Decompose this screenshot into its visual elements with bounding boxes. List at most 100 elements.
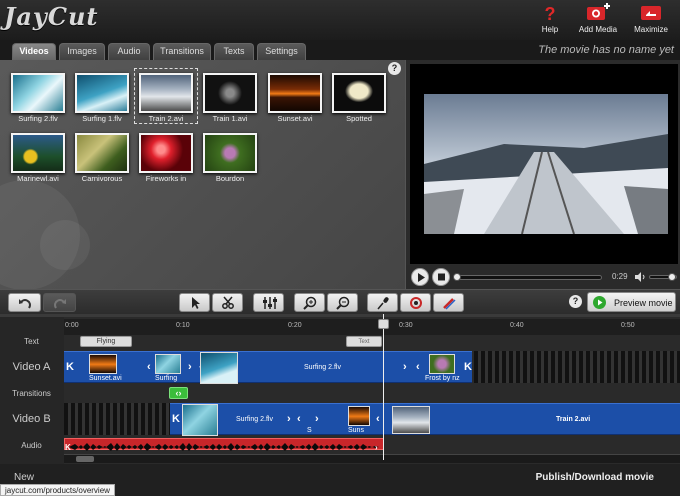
playhead-handle[interactable] <box>378 319 389 329</box>
text-clip-label: Flying <box>96 338 116 345</box>
timeline-scrollbar[interactable] <box>64 454 680 463</box>
svg-text:K: K <box>65 443 71 452</box>
media-item[interactable]: Surfing 2.flv <box>9 71 67 123</box>
volume-knob[interactable] <box>668 273 676 281</box>
ruler-tick: 0:50 <box>621 322 635 329</box>
cut-tool-button[interactable] <box>212 293 243 312</box>
publish-download-button[interactable]: Publish/Download movie <box>536 472 654 483</box>
media-item-name: Sunset.avi <box>277 114 313 123</box>
media-thumbnail <box>139 133 193 173</box>
redo-button[interactable] <box>43 293 76 312</box>
timeline-clip[interactable]: ‹ Surfing › <box>146 351 198 383</box>
time-ruler[interactable]: 0:00 0:10 0:20 0:30 0:40 0:50 <box>64 319 680 335</box>
timeline-clip[interactable]: ‹ Train 2.avi <box>374 403 680 435</box>
play-button[interactable] <box>411 268 429 286</box>
media-item[interactable]: Fireworks in <box>137 131 195 183</box>
timeline-clip[interactable]: K Sunset.avi <box>64 351 146 383</box>
clip-thumbnail <box>182 404 218 436</box>
clip-thumbnail <box>200 352 238 384</box>
toolbar-help-button[interactable]: ? <box>569 295 582 308</box>
tab-videos[interactable]: Videos <box>12 43 56 60</box>
empty-track-area[interactable] <box>474 351 680 383</box>
timeline-clip[interactable]: K Surfing 2.flv › <box>170 403 296 436</box>
clip-start-handle-icon[interactable]: K <box>66 361 74 373</box>
help-label: Help <box>541 25 559 34</box>
media-item[interactable]: Train 1.avi <box>201 71 259 123</box>
media-item[interactable]: Bourdon <box>201 131 259 183</box>
new-movie-button[interactable]: New <box>14 472 34 483</box>
clip-handle-icon[interactable]: › <box>315 413 319 425</box>
timeline-clip[interactable]: ‹ S › <box>296 403 324 435</box>
tab-texts[interactable]: Texts <box>214 43 254 60</box>
preview-video-frame[interactable] <box>424 94 668 234</box>
media-library: ? Surfing 2.flv Surfing 1.flv Train 2.av… <box>0 60 405 289</box>
timeline-clip[interactable]: Suns <box>344 403 374 435</box>
clip-handle-icon[interactable]: ‹ <box>376 413 380 425</box>
seek-bar[interactable] <box>456 275 602 280</box>
tab-images[interactable]: Images <box>59 43 105 60</box>
clip-handle-icon[interactable]: › <box>188 361 192 373</box>
tab-settings[interactable]: Settings <box>257 43 306 60</box>
media-item-name: Surfing 2.flv <box>18 114 58 123</box>
text-clip[interactable]: Text <box>346 336 382 347</box>
decorative-circle <box>40 220 90 270</box>
add-media-button[interactable]: Add Media <box>572 3 624 34</box>
transitions-track[interactable]: ‹› <box>64 386 680 400</box>
volume-icon[interactable] <box>634 270 646 288</box>
library-help-button[interactable]: ? <box>388 62 401 75</box>
timeline-clip[interactable]: ‹ Frost by nz K <box>414 351 472 383</box>
media-item-name: Fireworks in <box>145 174 187 183</box>
media-item[interactable]: Spotted <box>330 71 388 123</box>
media-item[interactable]: Sunset.avi <box>266 71 324 123</box>
timeline-clip[interactable]: ‹ Surfing 2.flv › <box>198 351 414 384</box>
pointer-icon <box>192 297 200 309</box>
select-tool-button[interactable] <box>179 293 210 312</box>
clip-thumbnail <box>429 354 455 374</box>
audio-track[interactable]: K › <box>64 438 680 452</box>
timeline-clip[interactable] <box>324 403 344 435</box>
status-url: jaycut.com/products/overview <box>0 484 115 496</box>
clip-handle-icon[interactable]: ‹ <box>416 361 420 373</box>
preview-movie-button[interactable]: Preview movie <box>587 292 676 312</box>
tab-transitions[interactable]: Transitions <box>153 43 211 60</box>
media-item-selected[interactable]: Train 2.avi <box>134 68 198 124</box>
record-voice-button[interactable] <box>367 293 398 312</box>
clip-end-handle-icon[interactable]: K <box>464 361 472 373</box>
clip-handle-icon[interactable]: ‹ <box>297 413 301 425</box>
media-item[interactable]: Surfing 1.flv <box>73 71 131 123</box>
transition-marker-icon[interactable]: ‹› <box>169 387 188 399</box>
color-effect-button[interactable] <box>433 293 464 312</box>
playhead[interactable] <box>383 314 384 460</box>
media-item[interactable]: Marinewl.avi <box>9 131 67 183</box>
undo-button[interactable] <box>8 293 41 312</box>
media-item[interactable]: Carnivorous <box>73 131 131 183</box>
jaycut-logo[interactable]: JayCut <box>4 2 99 31</box>
text-clip[interactable]: Flying <box>80 336 132 347</box>
zoom-out-button[interactable] <box>327 293 358 312</box>
clip-handle-icon[interactable]: ‹ <box>147 361 151 373</box>
effects-button[interactable] <box>400 293 431 312</box>
stop-button[interactable] <box>432 268 450 286</box>
tab-audio[interactable]: Audio <box>108 43 150 60</box>
track-label-video-b: Video B <box>12 413 51 425</box>
media-thumbnail <box>268 73 322 113</box>
maximize-icon <box>625 3 677 23</box>
seek-knob[interactable] <box>453 273 461 281</box>
clip-handle-icon[interactable]: › <box>287 413 291 425</box>
maximize-button[interactable]: Maximize <box>625 3 677 34</box>
video-a-track[interactable]: K Sunset.avi ‹ Surfing › ‹ Surfing 2.flv… <box>64 351 680 384</box>
help-button[interactable]: ? Help <box>524 3 576 34</box>
clip-handle-icon[interactable]: › <box>403 361 407 373</box>
movie-name[interactable]: The movie has no name yet <box>538 44 674 56</box>
scrollbar-thumb[interactable] <box>76 456 94 462</box>
adjust-tool-button[interactable] <box>253 293 284 312</box>
video-b-track[interactable]: K Surfing 2.flv › ‹ S › Suns ‹ Train 2.a… <box>64 403 680 436</box>
text-track[interactable]: Flying Text <box>64 335 680 349</box>
clip-start-handle-icon[interactable]: K <box>172 413 180 425</box>
empty-track-area[interactable] <box>64 403 170 435</box>
ruler-tick: 0:40 <box>510 322 524 329</box>
audio-clip[interactable]: K › <box>64 438 384 452</box>
zoom-in-button[interactable] <box>294 293 325 312</box>
media-item-name: Bourdon <box>215 174 245 183</box>
paint-brush-icon <box>443 298 456 310</box>
